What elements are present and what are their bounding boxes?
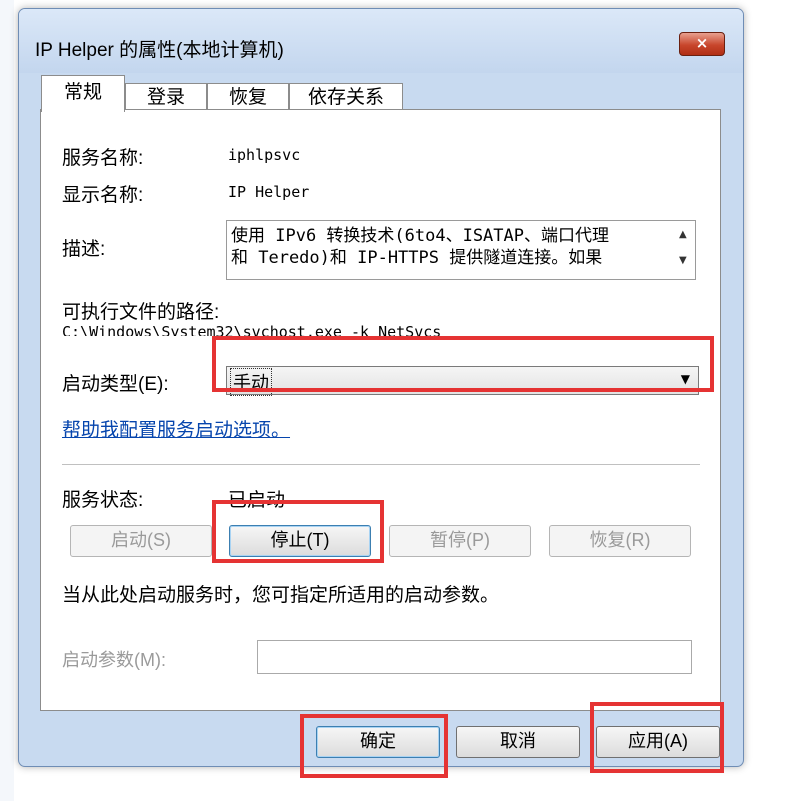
tab-recovery[interactable]: 恢复 bbox=[207, 83, 289, 112]
close-button[interactable]: × bbox=[679, 32, 725, 56]
description-text: 使用 IPv6 转换技术(6to4、ISATAP、端口代理 和 Teredo)和… bbox=[231, 225, 609, 269]
description-scrollbar[interactable]: ▲ ▼ bbox=[673, 221, 695, 279]
background-window-edge bbox=[0, 0, 14, 801]
description-textbox[interactable]: 使用 IPv6 转换技术(6to4、ISATAP、端口代理 和 Teredo)和… bbox=[226, 220, 696, 280]
service-name-label: 服务名称: bbox=[62, 148, 144, 169]
background-area bbox=[745, 0, 791, 801]
title-bar[interactable]: IP Helper 的属性(本地计算机) × bbox=[19, 9, 743, 73]
ok-button[interactable]: 确定 bbox=[316, 726, 440, 758]
service-name-value: iphlpsvc bbox=[228, 146, 301, 164]
scroll-up-icon[interactable]: ▲ bbox=[679, 229, 687, 240]
startup-type-value: 手动 bbox=[230, 368, 272, 396]
tab-dependencies[interactable]: 依存关系 bbox=[289, 83, 403, 112]
apply-button[interactable]: 应用(A) bbox=[596, 726, 720, 758]
display-name-label: 显示名称: bbox=[62, 185, 144, 206]
tab-general[interactable]: 常规 bbox=[41, 75, 125, 112]
service-status-value: 已启动 bbox=[228, 490, 286, 511]
start-params-hint: 当从此处启动服务时，您可指定所适用的启动参数。 bbox=[62, 585, 500, 606]
startup-type-select[interactable]: 手动 ▼ bbox=[226, 366, 699, 396]
chevron-down-icon: ▼ bbox=[680, 372, 690, 386]
exe-path-value: C:\Windows\System32\svchost.exe -k NetSv… bbox=[62, 323, 442, 341]
separator bbox=[62, 464, 700, 465]
exe-path-label: 可执行文件的路径: bbox=[62, 302, 220, 323]
window-title: IP Helper 的属性(本地计算机) bbox=[35, 40, 284, 61]
start-params-input[interactable] bbox=[257, 640, 692, 674]
startup-type-label: 启动类型(E): bbox=[62, 374, 169, 395]
service-properties-dialog: IP Helper 的属性(本地计算机) × 常规 登录 恢复 依存关系 服务名… bbox=[18, 8, 744, 767]
display-name-value: IP Helper bbox=[228, 183, 310, 201]
help-configure-startup-link[interactable]: 帮助我配置服务启动选项。 bbox=[62, 415, 290, 442]
description-label: 描述: bbox=[62, 239, 106, 260]
scroll-down-icon[interactable]: ▼ bbox=[679, 255, 687, 266]
resume-button[interactable]: 恢复(R) bbox=[549, 525, 691, 557]
stop-button[interactable]: 停止(T) bbox=[229, 525, 371, 557]
start-button[interactable]: 启动(S) bbox=[70, 525, 212, 557]
start-params-label: 启动参数(M): bbox=[62, 650, 166, 670]
pause-button[interactable]: 暂停(P) bbox=[389, 525, 531, 557]
service-status-label: 服务状态: bbox=[62, 490, 144, 511]
cancel-button[interactable]: 取消 bbox=[456, 726, 580, 758]
tab-logon[interactable]: 登录 bbox=[125, 83, 207, 112]
description-line-1: 使用 IPv6 转换技术(6to4、ISATAP、端口代理 bbox=[231, 226, 609, 246]
description-line-2: 和 Teredo)和 IP-HTTPS 提供隧道连接。如果 bbox=[231, 248, 603, 268]
general-tab-panel: 服务名称: iphlpsvc 显示名称: IP Helper 描述: 使用 IP… bbox=[40, 109, 721, 711]
close-icon: × bbox=[695, 34, 709, 52]
